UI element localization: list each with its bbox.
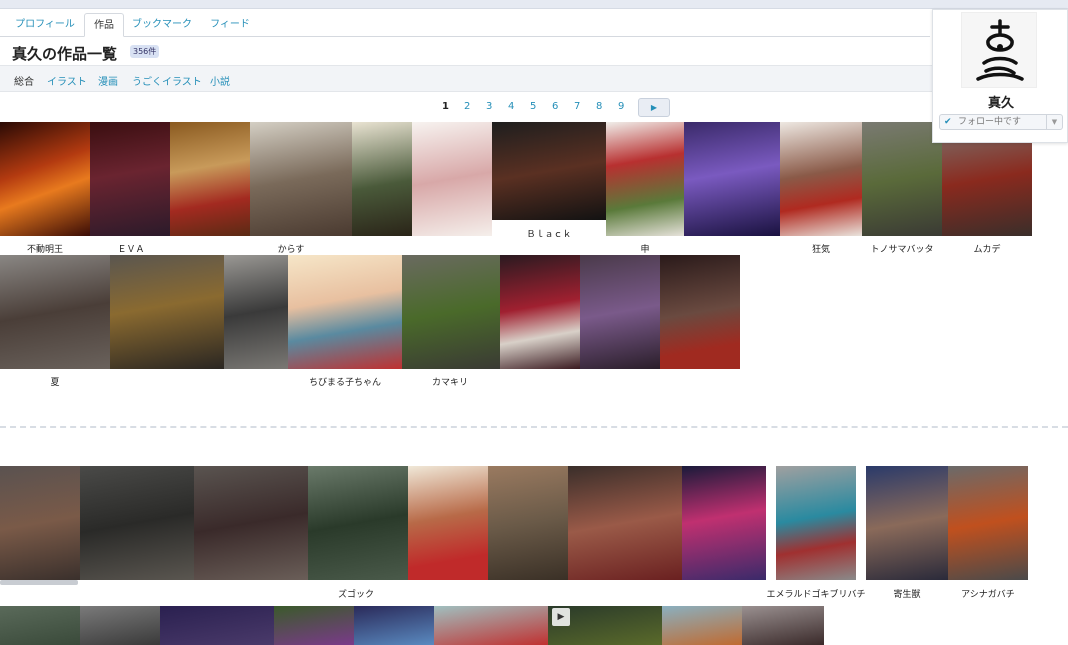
- page-2[interactable]: 2: [464, 101, 470, 112]
- browser-top-bar: [0, 0, 1068, 9]
- artwork-caption[interactable]: ちびまる子ちゃん: [300, 375, 390, 388]
- page-9[interactable]: 9: [618, 101, 624, 112]
- artwork-caption[interactable]: ズゴック: [326, 587, 386, 600]
- artwork-thumbnail[interactable]: [0, 255, 110, 369]
- artwork-thumbnail[interactable]: [434, 606, 548, 645]
- artwork-thumbnail[interactable]: [274, 606, 354, 645]
- artwork-caption[interactable]: エメラルドゴキブリバチ: [756, 587, 876, 600]
- tab-feed[interactable]: フィード: [202, 13, 258, 37]
- tab-profile[interactable]: プロフィール: [8, 13, 82, 37]
- page-8[interactable]: 8: [596, 101, 602, 112]
- artwork-thumbnail[interactable]: [0, 466, 80, 580]
- filter-illust[interactable]: イラスト: [47, 73, 87, 88]
- artwork-caption[interactable]: からす: [266, 242, 316, 255]
- artwork-thumbnail[interactable]: [568, 466, 682, 580]
- page-5[interactable]: 5: [530, 101, 536, 112]
- page-6[interactable]: 6: [552, 101, 558, 112]
- artwork-thumbnail[interactable]: [80, 606, 160, 645]
- artwork-thumbnail[interactable]: [250, 122, 352, 236]
- filter-novel[interactable]: 小説: [210, 73, 230, 88]
- artwork-thumbnail[interactable]: [288, 255, 402, 369]
- artwork-caption[interactable]: 寄生獣: [880, 587, 934, 600]
- page-3[interactable]: 3: [486, 101, 492, 112]
- artwork-caption[interactable]: アシナガバチ: [954, 587, 1022, 600]
- filter-manga[interactable]: 漫画: [98, 73, 118, 88]
- horizontal-scrollbar[interactable]: [0, 580, 78, 585]
- artwork-thumbnail[interactable]: [402, 255, 500, 369]
- next-page-button[interactable]: ▶: [638, 98, 670, 117]
- artwork-thumbnail[interactable]: [682, 466, 766, 580]
- artwork-thumbnail[interactable]: [352, 122, 412, 236]
- artwork-thumbnail[interactable]: [224, 255, 288, 369]
- page-title: 真久の作品一覧: [12, 45, 118, 63]
- artwork-caption[interactable]: 狂気: [806, 242, 836, 255]
- artwork-caption[interactable]: 申: [630, 242, 660, 255]
- profile-card: 真久 ✔ フォロー中です ▼: [932, 9, 1068, 143]
- artwork-thumbnail[interactable]: [662, 606, 742, 645]
- artwork-thumbnail[interactable]: [412, 122, 492, 236]
- artwork-thumbnail[interactable]: [948, 466, 1028, 580]
- section-divider: [0, 426, 1068, 428]
- artwork-thumbnail[interactable]: [194, 466, 308, 580]
- user-name: 真久: [987, 96, 1014, 111]
- artwork-caption[interactable]: Ｂｌａｃｋ: [514, 227, 584, 240]
- artwork-thumbnail[interactable]: [488, 466, 568, 580]
- artwork-thumbnail[interactable]: [110, 255, 224, 369]
- artwork-caption[interactable]: カマキリ: [420, 375, 480, 388]
- artwork-thumbnail[interactable]: [90, 122, 170, 236]
- artwork-thumbnail[interactable]: [160, 606, 274, 645]
- artwork-thumbnail[interactable]: [742, 606, 824, 645]
- artwork-thumbnail[interactable]: [354, 606, 434, 645]
- avatar[interactable]: [961, 12, 1037, 88]
- page-4[interactable]: 4: [508, 101, 514, 112]
- artwork-thumbnail[interactable]: [0, 606, 80, 645]
- artwork-caption[interactable]: 夏: [40, 375, 70, 388]
- artwork-caption[interactable]: 不動明王: [20, 242, 70, 255]
- artwork-thumbnail[interactable]: [580, 255, 660, 369]
- filter-ugoira[interactable]: うごくイラスト: [132, 73, 202, 88]
- works-count-badge: 356件: [130, 45, 160, 58]
- filter-all[interactable]: 総合: [14, 73, 34, 88]
- artwork-thumbnail[interactable]: [866, 466, 948, 580]
- artwork-caption[interactable]: トノサマバッタ: [866, 242, 938, 255]
- page-1[interactable]: 1: [442, 101, 449, 112]
- artwork-caption[interactable]: ＥＶＡ: [106, 242, 156, 255]
- profile-tabs: プロフィール 作品 ブックマーク フィード: [0, 13, 930, 37]
- artwork-thumbnail[interactable]: [492, 122, 606, 220]
- artwork-thumbnail[interactable]: [500, 255, 580, 369]
- artwork-thumbnail[interactable]: [862, 122, 942, 236]
- follow-label: フォロー中です: [958, 117, 1022, 127]
- type-filter-bar: 総合 イラスト 漫画 うごくイラスト 小説: [0, 65, 1068, 92]
- chevron-down-icon[interactable]: ▼: [1046, 115, 1062, 129]
- ugoira-play-icon: ▶: [552, 608, 570, 626]
- artwork-thumbnail[interactable]: [0, 122, 90, 236]
- artwork-thumbnail[interactable]: [170, 122, 250, 236]
- artwork-thumbnail[interactable]: [308, 466, 408, 580]
- artwork-thumbnail[interactable]: [684, 122, 780, 236]
- artwork-thumbnail[interactable]: [606, 122, 684, 236]
- artwork-caption[interactable]: ムカデ: [962, 242, 1012, 255]
- artwork-thumbnail[interactable]: [660, 255, 740, 369]
- follow-button[interactable]: ✔ フォロー中です ▼: [939, 114, 1063, 130]
- artwork-thumbnail[interactable]: [80, 466, 194, 580]
- tab-works[interactable]: 作品: [84, 13, 124, 37]
- artwork-thumbnail[interactable]: [780, 122, 862, 236]
- check-icon: ✔: [944, 117, 952, 127]
- artwork-thumbnail[interactable]: [776, 466, 856, 580]
- page-7[interactable]: 7: [574, 101, 580, 112]
- tab-bookmarks[interactable]: ブックマーク: [128, 13, 196, 37]
- artwork-thumbnail[interactable]: [408, 466, 488, 580]
